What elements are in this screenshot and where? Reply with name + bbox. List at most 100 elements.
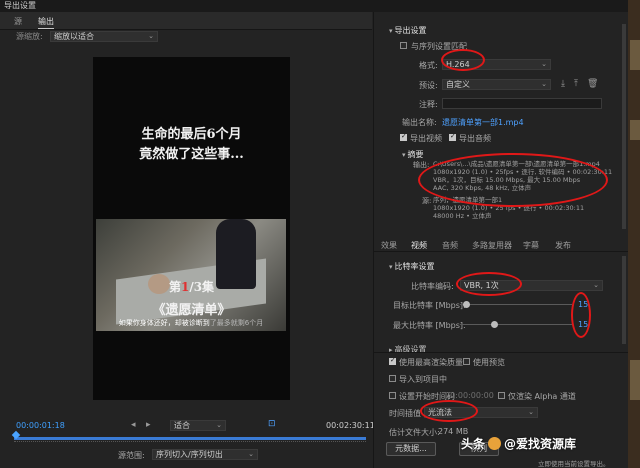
export-audio-label: 导出音频	[459, 134, 491, 143]
import-into-project-checkbox[interactable]	[389, 375, 396, 382]
source-scaling-dropdown[interactable]: 缩放以适合 ⌄	[50, 31, 158, 42]
format-value: H.264	[446, 60, 470, 69]
tab-effects[interactable]: 效果	[381, 240, 397, 251]
summary-output-line: 1080x1920 (1.0) • 25fps • 逐行, 软件编码 • 00:…	[433, 168, 613, 176]
target-bitrate-value[interactable]: 15	[578, 300, 588, 309]
background-window-block	[630, 40, 640, 70]
target-bitrate-label: 目标比特率 [Mbps]:	[393, 301, 466, 310]
watermark: 头条 @爱找资源库	[461, 435, 576, 452]
bitrate-settings-header[interactable]: ▾ 比特率设置	[389, 261, 435, 272]
tab-multiplexer[interactable]: 多路复用器	[472, 240, 512, 251]
chevron-down-icon: ⌄	[541, 60, 547, 68]
format-dropdown[interactable]: H.264 ⌄	[442, 59, 551, 70]
tab-output[interactable]: 输出	[38, 16, 54, 29]
time-interpolation-dropdown[interactable]: 光流法 ⌄	[424, 407, 538, 418]
advanced-settings-header[interactable]: ▸ 高级设置	[389, 344, 427, 355]
export-settings-header[interactable]: ▾ 导出设置	[389, 25, 427, 36]
source-range-value: 序列切入/序列切出	[156, 450, 223, 459]
output-name-label: 输出名称:	[402, 118, 437, 127]
export-audio-checkbox[interactable]	[449, 132, 456, 141]
use-previews-label: 使用预览	[473, 358, 505, 367]
timeline-ruler	[14, 441, 366, 444]
divider	[373, 352, 628, 353]
chevron-down-icon: ⌄	[541, 80, 547, 88]
save-preset-icon[interactable]: ⤓	[561, 79, 565, 89]
target-bitrate-knob[interactable]	[462, 301, 470, 308]
bitrate-encoding-dropdown[interactable]: VBR, 1次 ⌄	[460, 280, 603, 291]
summary-output-label: 输出:	[413, 161, 430, 169]
render-alpha-checkbox[interactable]	[498, 392, 505, 399]
match-sequence-checkbox[interactable]	[400, 42, 407, 49]
summary-output-line: VBR，1次，目标 15.00 Mbps, 最大 15.00 Mbps	[433, 176, 581, 184]
summary-header[interactable]: ▾ 摘要	[402, 149, 424, 160]
time-interpolation-label: 时间插值	[389, 409, 421, 418]
export-video-label: 导出视频	[410, 134, 442, 143]
background-window-block	[630, 360, 640, 400]
max-render-quality-label: 使用最高渲染质量	[399, 358, 463, 367]
watermark-head: 头条	[461, 437, 486, 451]
summary-title: 摘要	[407, 150, 424, 159]
tab-publish[interactable]: 发布	[555, 240, 571, 251]
window-title: 导出设置	[0, 0, 628, 12]
settings-tab-bar: 效果 视频 音频 多路复用器 字幕 发布	[373, 238, 628, 252]
export-settings-window: 导出设置 源 输出 源缩放: 缩放以适合 ⌄ 生命的最后6个月 竟然做了这些事.…	[0, 0, 628, 468]
metadata-button[interactable]: 元数据...	[386, 442, 436, 456]
summary-source-text: 序列，遗愿清单第一部1 1080x1920 (1.0) • 25 fps • 逐…	[433, 196, 584, 220]
max-bitrate-slider[interactable]	[460, 324, 572, 325]
safe-margins-icon[interactable]: ⊡	[268, 419, 276, 429]
scrollbar-top[interactable]	[622, 24, 626, 229]
episode-label: 第1/3集	[93, 278, 290, 295]
subtitle-dim-text: 了最多就剩6个月	[209, 319, 264, 327]
scrollbar-bottom[interactable]	[622, 256, 626, 344]
source-range-label: 源范围:	[118, 451, 145, 460]
file-size-label: 估计文件大小:	[389, 428, 440, 437]
fit-dropdown[interactable]: 适合 ⌄	[170, 420, 226, 431]
video-headline-2: 竟然做了这些事...	[139, 147, 244, 162]
episode-suffix: /3集	[189, 280, 215, 294]
set-start-timecode-checkbox[interactable]	[389, 392, 396, 399]
bitrate-encoding-value: VBR, 1次	[464, 281, 499, 290]
chevron-down-icon: ⌄	[248, 450, 254, 458]
mark-out-icon[interactable]: ▸	[146, 420, 151, 430]
fit-value: 适合	[174, 421, 190, 430]
import-preset-icon[interactable]: ⤒	[574, 79, 578, 89]
start-timecode-value[interactable]: 00:00:00:00	[445, 391, 494, 400]
watermark-handle: @爱找资源库	[504, 437, 577, 451]
max-bitrate-label: 最大比特率 [Mbps]:	[393, 321, 466, 330]
max-bitrate-knob[interactable]	[490, 321, 498, 328]
summary-source-line: 48000 Hz • 立体声	[433, 212, 492, 220]
video-headline-1: 生命的最后6个月	[141, 127, 242, 142]
timeline-bar[interactable]	[14, 437, 366, 440]
episode-prefix: 第	[168, 280, 181, 294]
collapse-triangle-icon: ▾	[389, 263, 393, 271]
max-bitrate-value[interactable]: 15	[578, 320, 588, 329]
import-into-project-label: 导入到项目中	[399, 375, 447, 384]
export-video-checkbox[interactable]	[400, 132, 407, 141]
status-text: 立即使用当前设置导出。	[538, 460, 610, 468]
source-range-dropdown[interactable]: 序列切入/序列切出 ⌄	[152, 449, 258, 460]
tab-video[interactable]: 视频	[411, 240, 427, 251]
summary-output-line: AAC, 320 Kbps, 48 kHz, 立体声	[433, 184, 532, 192]
summary-source-line: 1080x1920 (1.0) • 25 fps • 逐行 • 00:02:30…	[433, 204, 585, 212]
max-render-quality-checkbox[interactable]	[389, 356, 396, 365]
tab-captions[interactable]: 字幕	[523, 240, 539, 251]
chevron-down-icon: ⌄	[216, 421, 222, 429]
source-scaling-label: 源缩放:	[16, 32, 43, 41]
timecode-current[interactable]: 00:00:01:18	[16, 421, 65, 430]
use-previews-checkbox[interactable]	[463, 358, 470, 365]
render-alpha-label: 仅渲染 Alpha 通道	[508, 392, 576, 401]
tab-source[interactable]: 源	[14, 16, 22, 27]
preset-label: 预设:	[419, 81, 438, 90]
bitrate-settings-title: 比特率设置	[394, 262, 435, 271]
target-bitrate-slider[interactable]	[460, 304, 572, 305]
export-settings-title: 导出设置	[394, 26, 427, 35]
preset-dropdown[interactable]: 自定义 ⌄	[442, 79, 551, 90]
output-name-link[interactable]: 遗愿清单第一部1.mp4	[442, 117, 524, 128]
subtitle-main-text: 如果你身体还好，却被诊断到	[118, 319, 210, 327]
delete-preset-icon[interactable]: 🗑	[587, 79, 598, 89]
tab-audio[interactable]: 音频	[442, 240, 458, 251]
timecode-duration: 00:02:30:11	[326, 421, 375, 430]
mark-in-icon[interactable]: ◂	[131, 420, 136, 430]
source-scaling-value: 缩放以适合	[54, 32, 94, 41]
comment-field[interactable]	[442, 98, 602, 109]
